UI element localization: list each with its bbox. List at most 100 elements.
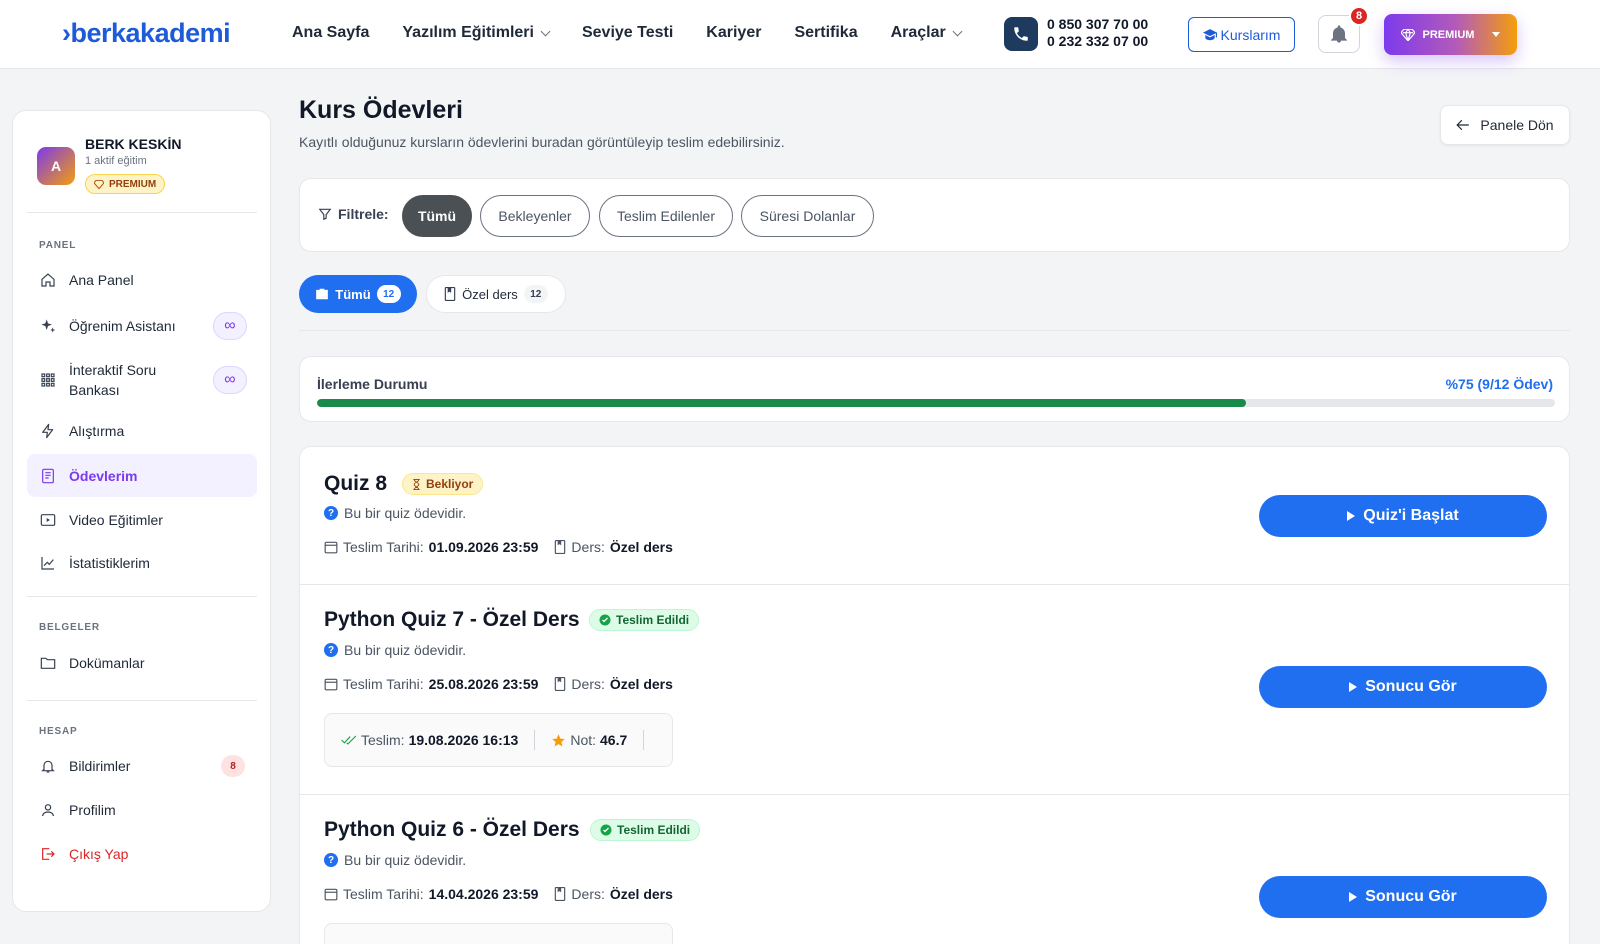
homework-meta: Teslim Tarihi: 14.04.2026 23:59 Ders: Öz… bbox=[324, 886, 673, 902]
sidebar-item-homework[interactable]: Ödevlerim bbox=[27, 454, 257, 497]
homework-description: ? Bu bir quiz ödevidir. bbox=[324, 852, 466, 868]
sidebar-item-documents[interactable]: Dokümanlar bbox=[27, 651, 257, 675]
document-list-icon bbox=[39, 467, 57, 485]
nav-kariyer[interactable]: Kariyer bbox=[706, 24, 761, 42]
view-result-button[interactable]: Sonucu Gör bbox=[1259, 876, 1547, 918]
filter-submitted[interactable]: Teslim Edilenler bbox=[599, 195, 733, 237]
homework-title: Python Quiz 7 - Özel Ders bbox=[324, 608, 580, 631]
caret-down-icon bbox=[1492, 32, 1501, 37]
play-icon bbox=[1349, 682, 1358, 692]
filter-label: Filtrele: bbox=[318, 206, 389, 222]
progress-percent: %75 (9/12 Ödev) bbox=[1445, 376, 1553, 392]
sidebar-item-assistant[interactable]: Öğrenim Asistanı ∞ bbox=[27, 312, 257, 340]
homework-title: Quiz 8 bbox=[324, 472, 388, 495]
logo[interactable]: ›berkakademi bbox=[62, 18, 231, 49]
tab-count: 12 bbox=[523, 285, 548, 303]
sidebar-item-question-bank[interactable]: İnteraktif Soru Bankası ∞ bbox=[27, 358, 257, 402]
filter-expired[interactable]: Süresi Dolanlar bbox=[741, 195, 874, 237]
nav-ana-sayfa[interactable]: Ana Sayfa bbox=[292, 24, 369, 42]
divider bbox=[299, 330, 1570, 331]
question-icon: ? bbox=[324, 643, 338, 657]
sidebar-item-notifications[interactable]: Bildirimler 8 bbox=[27, 754, 257, 778]
question-icon: ? bbox=[324, 853, 338, 867]
tab-all-courses[interactable]: Tümü 12 bbox=[299, 275, 417, 313]
sidebar-item-videos[interactable]: Video Eğitimler bbox=[27, 508, 257, 532]
logout-icon bbox=[39, 845, 57, 863]
main-nav: Ana Sayfa Yazılım Eğitimleri Seviye Test… bbox=[292, 24, 994, 42]
nav-yazilim-egitimleri[interactable]: Yazılım Eğitimleri bbox=[402, 24, 551, 42]
back-to-panel-button[interactable]: Panele Dön bbox=[1440, 105, 1570, 145]
sidebar-item-practice[interactable]: Alıştırma bbox=[27, 419, 257, 443]
progress-card: İlerleme Durumu %75 (9/12 Ödev) bbox=[299, 356, 1570, 422]
nav-sertifika[interactable]: Sertifika bbox=[794, 24, 857, 42]
user-icon bbox=[39, 801, 57, 819]
due-date: 01.09.2026 23:59 bbox=[428, 539, 539, 555]
briefcase-icon bbox=[316, 288, 329, 300]
double-check-icon bbox=[341, 735, 357, 745]
chevron-down-icon bbox=[540, 26, 551, 36]
user-active-courses: 1 aktif eğitim bbox=[85, 155, 147, 167]
star-icon bbox=[552, 733, 566, 746]
chart-line-icon bbox=[39, 554, 57, 572]
calendar-icon bbox=[324, 678, 338, 691]
view-result-button[interactable]: Sonucu Gör bbox=[1259, 666, 1547, 708]
homework-item: Quiz 8 Bekliyor ? Bu bir quiz ödevidir. … bbox=[300, 447, 1569, 585]
filter-all[interactable]: Tümü bbox=[402, 195, 472, 237]
notification-count-badge: 8 bbox=[221, 755, 245, 777]
section-title-panel: PANEL bbox=[39, 240, 77, 251]
page-title: Kurs Ödevleri bbox=[299, 96, 463, 124]
my-courses-button[interactable]: Kurslarım bbox=[1188, 17, 1295, 52]
bell-icon bbox=[1331, 25, 1347, 43]
progress-bar bbox=[317, 399, 1555, 407]
sidebar-item-profile[interactable]: Profilim bbox=[27, 798, 257, 822]
sidebar-item-dashboard[interactable]: Ana Panel bbox=[27, 268, 257, 292]
notification-count-badge: 8 bbox=[1349, 6, 1369, 26]
bookmark-book-icon bbox=[444, 287, 456, 301]
homework-item: Python Quiz 6 - Özel Ders Teslim Edildi … bbox=[300, 795, 1569, 944]
section-title-docs: BELGELER bbox=[39, 622, 100, 633]
check-circle-icon bbox=[600, 824, 612, 836]
unlimited-badge: ∞ bbox=[213, 366, 247, 394]
filter-icon bbox=[318, 208, 332, 221]
grade-value: 46.7 bbox=[600, 732, 628, 748]
calendar-icon bbox=[324, 541, 338, 554]
sidebar-item-stats[interactable]: İstatistiklerim bbox=[27, 551, 257, 575]
start-quiz-button[interactable]: Quiz'i Başlat bbox=[1259, 495, 1547, 537]
chevron-down-icon bbox=[952, 26, 963, 36]
filter-bar: Filtrele: Tümü Bekleyenler Teslim Edilen… bbox=[299, 178, 1570, 252]
page-subtitle: Kayıtlı olduğunuz kursların ödevlerini b… bbox=[299, 134, 785, 150]
progress-label: İlerleme Durumu bbox=[317, 376, 428, 392]
status-badge: Teslim Edildi bbox=[590, 819, 701, 841]
phone-number-1[interactable]: 0 850 307 70 00 bbox=[1047, 16, 1148, 33]
phone-number-2[interactable]: 0 232 332 07 00 bbox=[1047, 33, 1148, 50]
course-name: Özel ders bbox=[609, 539, 673, 555]
premium-button[interactable]: PREMIUM bbox=[1384, 14, 1517, 55]
nav-araclar[interactable]: Araçlar bbox=[891, 24, 963, 42]
section-title-account: HESAP bbox=[39, 726, 78, 737]
unlimited-badge: ∞ bbox=[213, 312, 247, 340]
play-icon bbox=[1347, 511, 1356, 521]
status-badge: Bekliyor bbox=[402, 473, 484, 495]
lightning-icon bbox=[39, 422, 57, 440]
homework-title: Python Quiz 6 - Özel Ders bbox=[324, 818, 580, 841]
sidebar-item-logout[interactable]: Çıkış Yap bbox=[27, 842, 257, 866]
top-header: ›berkakademi Ana Sayfa Yazılım Eğitimler… bbox=[0, 0, 1600, 69]
status-badge: Teslim Edildi bbox=[589, 609, 700, 631]
home-icon bbox=[39, 271, 57, 289]
user-name: BERK KESKİN bbox=[85, 136, 182, 152]
play-icon bbox=[1349, 892, 1358, 902]
sidebar: A BERK KESKİN 1 aktif eğitim PREMIUM PAN… bbox=[12, 110, 271, 912]
due-date: 14.04.2026 23:59 bbox=[428, 886, 539, 902]
homework-description: ? Bu bir quiz ödevidir. bbox=[324, 642, 466, 658]
filter-pending[interactable]: Bekleyenler bbox=[480, 195, 590, 237]
course-name: Özel ders bbox=[609, 676, 673, 692]
phone-numbers[interactable]: 0 850 307 70 00 0 232 332 07 00 bbox=[1047, 16, 1148, 50]
submitted-date: 19.08.2026 16:13 bbox=[408, 732, 519, 748]
diamond-icon bbox=[1400, 28, 1415, 41]
tab-private-lesson[interactable]: Özel ders 12 bbox=[426, 275, 566, 313]
homework-description: ? Bu bir quiz ödevidir. bbox=[324, 505, 466, 521]
homework-meta: Teslim Tarihi: 01.09.2026 23:59 Ders: Öz… bbox=[324, 539, 673, 555]
course-name: Özel ders bbox=[609, 886, 673, 902]
nav-seviye-testi[interactable]: Seviye Testi bbox=[582, 24, 673, 42]
divider bbox=[27, 700, 257, 701]
